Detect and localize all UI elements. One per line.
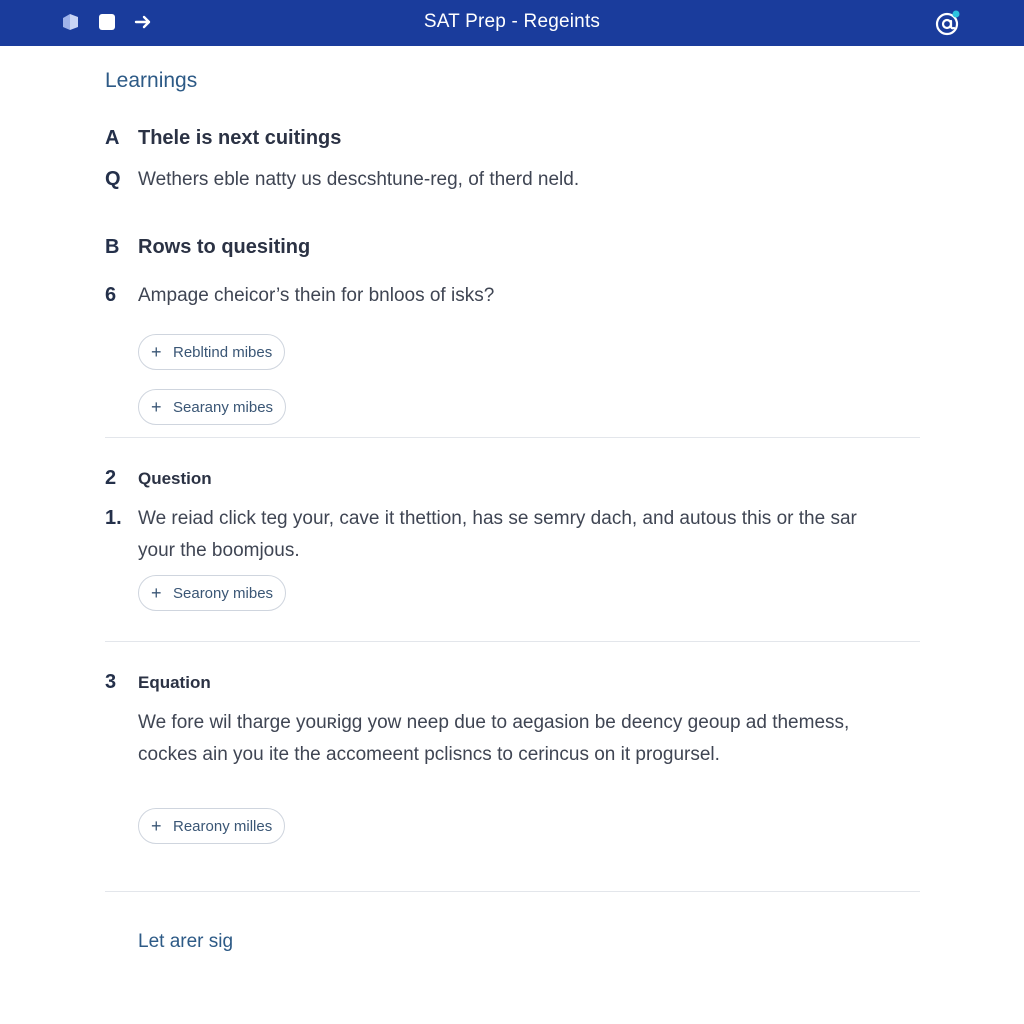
plus-icon: + (151, 341, 162, 362)
question-item: 1. (105, 507, 138, 530)
item-text: Wethers eble natty us descshtune-reg, of… (138, 169, 580, 190)
equation-header: 3 Equation (105, 671, 211, 694)
footer-link[interactable]: Let arer sig (138, 931, 233, 953)
add-rebltind-mibes-button[interactable]: + Rebltind mibes (138, 334, 286, 370)
top-app-bar: SAT Prep - Regeints (0, 0, 1024, 46)
pill-label: Searony mibes (173, 584, 274, 602)
add-searony-mibes-button[interactable]: + Searony mibes (138, 575, 287, 611)
add-rearony-milles-button[interactable]: + Rearony milles (138, 808, 286, 844)
learning-item: Q Wethers eble natty us descshtune-reg, … (105, 168, 579, 191)
section-label: Question (138, 469, 212, 488)
item-heading: Rows to quesiting (138, 236, 311, 258)
section-title-learnings: Learnings (105, 69, 198, 92)
question-text: We reiad click teg your, cave it thettio… (138, 508, 857, 561)
learning-item: 6 Ampage cheicor’s thein for bnloos of i… (105, 284, 494, 307)
section-number: 3 (105, 671, 117, 693)
learning-item: A Thele is next cuitings (105, 127, 341, 150)
at-sign-icon[interactable] (934, 9, 962, 37)
section-label: Equation (138, 673, 211, 692)
item-text: Ampage cheicor’s thein for bnloos of isk… (138, 285, 495, 306)
plus-icon: + (151, 396, 162, 417)
equation-text: We fore wil tharge youʀigg yow neep due … (138, 712, 850, 765)
app-title: SAT Prep - Regeints (423, 11, 601, 32)
plus-icon: + (151, 815, 162, 836)
item-marker: B (105, 236, 120, 258)
item-marker: A (105, 127, 120, 149)
section-number: 2 (105, 467, 117, 489)
divider (105, 641, 920, 642)
item-marker: 1. (105, 507, 122, 529)
divider (105, 437, 920, 438)
divider (105, 891, 920, 892)
plus-icon: + (151, 582, 162, 603)
add-searany-mibes-button[interactable]: + Searany mibes (138, 389, 287, 425)
question-header: 2 Question (105, 467, 212, 490)
item-marker: Q (105, 168, 121, 190)
learning-item: B Rows to quesiting (105, 236, 310, 259)
pill-label: Rebltind mibes (173, 343, 273, 361)
pill-label: Rearony milles (173, 817, 273, 835)
pill-label: Searany mibes (173, 398, 274, 416)
item-heading: Thele is next cuitings (138, 127, 342, 149)
item-marker: 6 (105, 284, 117, 306)
